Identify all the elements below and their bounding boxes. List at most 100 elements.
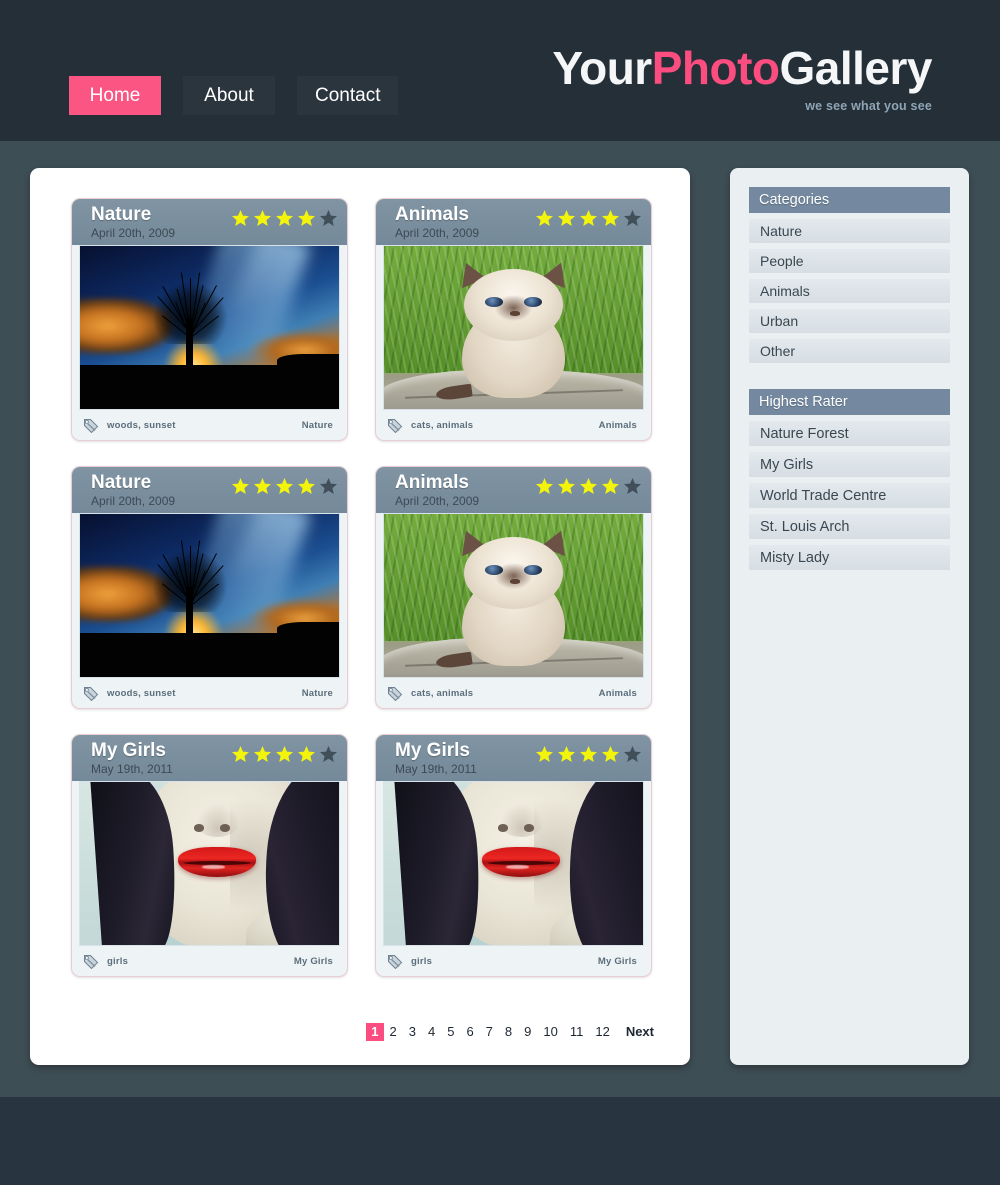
photo-tags[interactable]: cats, animals [411, 420, 599, 431]
star-filled-icon[interactable] [253, 745, 272, 763]
photo-tags[interactable]: woods, sunset [107, 420, 302, 431]
star-filled-icon[interactable] [535, 745, 554, 763]
photo-card[interactable]: My Girls May 19th, 2011 girls My Girls [375, 734, 652, 977]
photo-tags[interactable]: cats, animals [411, 688, 599, 699]
star-filled-icon[interactable] [579, 745, 598, 763]
star-filled-icon[interactable] [557, 209, 576, 227]
photo-rating-stars[interactable] [231, 745, 338, 763]
pagination-page[interactable]: 4 [422, 1023, 441, 1041]
site-footer [0, 1097, 1000, 1185]
star-empty-icon[interactable] [623, 477, 642, 495]
pagination-page[interactable]: 10 [537, 1023, 563, 1041]
sunset-tree-photo [80, 246, 339, 409]
star-filled-icon[interactable] [297, 477, 316, 495]
star-filled-icon[interactable] [231, 209, 250, 227]
star-filled-icon[interactable] [297, 209, 316, 227]
photo-frame[interactable] [79, 513, 340, 678]
pagination-next-button[interactable]: Next [620, 1023, 660, 1041]
star-filled-icon[interactable] [601, 209, 620, 227]
star-empty-icon[interactable] [319, 745, 338, 763]
photo-frame[interactable] [383, 513, 644, 678]
star-filled-icon[interactable] [253, 209, 272, 227]
highest-rater-list-item[interactable]: Nature Forest [749, 421, 950, 446]
main-navigation: Home About Contact [69, 76, 399, 115]
pagination-page[interactable]: 3 [403, 1023, 422, 1041]
photo-tags[interactable]: girls [411, 956, 598, 967]
photo-card-date: May 19th, 2011 [91, 762, 173, 776]
site-title-part-photo: Photo [651, 42, 780, 94]
star-filled-icon[interactable] [579, 209, 598, 227]
category-list-item[interactable]: Animals [749, 279, 950, 303]
category-list-item[interactable]: People [749, 249, 950, 273]
star-empty-icon[interactable] [319, 209, 338, 227]
pagination-page[interactable]: 2 [384, 1023, 403, 1041]
site-logo[interactable]: YourPhotoGallery we see what you see [552, 44, 932, 113]
nav-item-home-label: Home [89, 85, 141, 106]
star-filled-icon[interactable] [231, 745, 250, 763]
pagination-current-page[interactable]: 1 [366, 1023, 384, 1041]
star-filled-icon[interactable] [275, 477, 294, 495]
photo-rating-stars[interactable] [535, 477, 642, 495]
photo-category[interactable]: Animals [599, 420, 637, 431]
star-filled-icon[interactable] [601, 745, 620, 763]
kitten-grass-photo [384, 514, 643, 677]
pagination-page[interactable]: 11 [564, 1023, 590, 1041]
nav-item-home[interactable]: Home [69, 76, 161, 115]
photo-card[interactable]: Animals April 20th, 2009 cats, animals Anim… [375, 466, 652, 709]
photo-card[interactable]: My Girls May 19th, 2011 girls My Girls [71, 734, 348, 977]
star-filled-icon[interactable] [275, 745, 294, 763]
photo-tags[interactable]: woods, sunset [107, 688, 302, 699]
star-filled-icon[interactable] [231, 477, 250, 495]
highest-rater-list-item[interactable]: St. Louis Arch [749, 514, 950, 539]
star-empty-icon[interactable] [319, 477, 338, 495]
pagination-page[interactable]: 5 [441, 1023, 460, 1041]
photo-card-footer: woods, sunset Nature [72, 410, 347, 440]
photo-category[interactable]: Nature [302, 688, 333, 699]
photo-rating-stars[interactable] [231, 477, 338, 495]
highest-rater-list-item[interactable]: World Trade Centre [749, 483, 950, 508]
category-list-item[interactable]: Urban [749, 309, 950, 333]
photo-card[interactable]: Animals April 20th, 2009 cats, animals Anim… [375, 198, 652, 441]
nav-item-about[interactable]: About [183, 76, 275, 115]
photo-category[interactable]: My Girls [598, 956, 637, 967]
nav-item-contact[interactable]: Contact [297, 76, 399, 115]
photo-card-footer: girls My Girls [72, 946, 347, 976]
pagination-page[interactable]: 7 [480, 1023, 499, 1041]
photo-rating-stars[interactable] [535, 745, 642, 763]
photo-card[interactable]: Nature April 20th, 2009 woods, sunset Natur… [71, 198, 348, 441]
pagination-page[interactable]: 12 [589, 1023, 615, 1041]
highest-rater-list-item[interactable]: My Girls [749, 452, 950, 477]
star-empty-icon[interactable] [623, 209, 642, 227]
category-list-item[interactable]: Nature [749, 219, 950, 243]
star-filled-icon[interactable] [535, 477, 554, 495]
star-filled-icon[interactable] [557, 477, 576, 495]
highest-rater-list-item[interactable]: Misty Lady [749, 545, 950, 570]
star-filled-icon[interactable] [297, 745, 316, 763]
star-filled-icon[interactable] [535, 209, 554, 227]
category-list-item[interactable]: Other [749, 339, 950, 363]
photo-frame[interactable] [79, 781, 340, 946]
photo-category[interactable]: My Girls [294, 956, 333, 967]
pagination-page[interactable]: 6 [460, 1023, 479, 1041]
photo-tags[interactable]: girls [107, 956, 294, 967]
star-filled-icon[interactable] [253, 477, 272, 495]
tag-icon [84, 686, 99, 701]
star-empty-icon[interactable] [623, 745, 642, 763]
pagination-page[interactable]: 9 [518, 1023, 537, 1041]
nav-item-about-label: About [204, 85, 254, 106]
star-filled-icon[interactable] [579, 477, 598, 495]
photo-category[interactable]: Nature [302, 420, 333, 431]
photo-frame[interactable] [383, 245, 644, 410]
photo-frame[interactable] [79, 245, 340, 410]
star-filled-icon[interactable] [557, 745, 576, 763]
red-lips-girl-photo [80, 782, 339, 945]
star-filled-icon[interactable] [275, 209, 294, 227]
photo-rating-stars[interactable] [231, 209, 338, 227]
nav-item-contact-label: Contact [315, 85, 381, 106]
star-filled-icon[interactable] [601, 477, 620, 495]
pagination-page[interactable]: 8 [499, 1023, 518, 1041]
photo-frame[interactable] [383, 781, 644, 946]
photo-category[interactable]: Animals [599, 688, 637, 699]
photo-rating-stars[interactable] [535, 209, 642, 227]
photo-card[interactable]: Nature April 20th, 2009 woods, sunset Natur… [71, 466, 348, 709]
